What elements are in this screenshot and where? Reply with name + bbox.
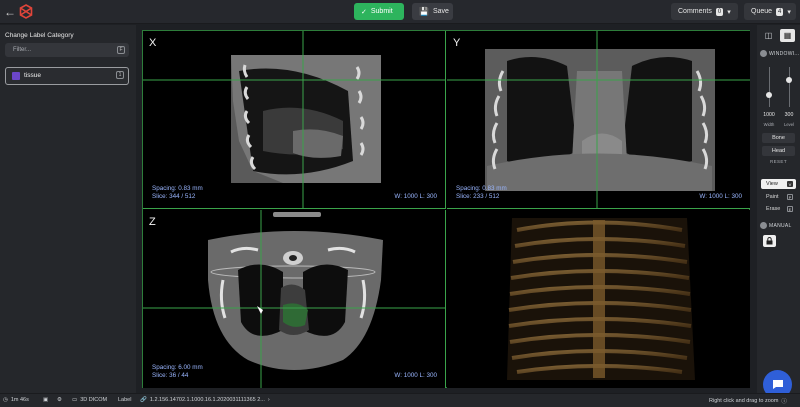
- view-shortcut-key: V: [787, 181, 793, 187]
- manual-section-header[interactable]: MANUAL: [760, 222, 792, 229]
- app-logo-icon: [19, 4, 33, 19]
- filter-shortcut-key: F: [117, 46, 125, 54]
- viewport-slice: Slice: 36 / 44: [152, 372, 189, 379]
- axial-ct-image: [143, 210, 445, 388]
- chevron-right-icon: ›: [267, 397, 270, 403]
- label-item-tissue[interactable]: tissue 1: [5, 67, 129, 85]
- info-icon: ⓘ: [781, 399, 787, 405]
- label-category-panel: Change Label Category Filter... F tissue…: [0, 25, 136, 393]
- tools-panel: ◫ ▦ WINDOWI... 1000 300 Width Level Bone…: [757, 25, 800, 393]
- label-item-name: tissue: [24, 72, 41, 79]
- level-value: 300: [784, 112, 794, 118]
- width-label: Width: [763, 122, 775, 127]
- level-slider-track[interactable]: [789, 67, 790, 107]
- submit-button[interactable]: ✓ Submit: [354, 3, 404, 20]
- windowing-section-header[interactable]: WINDOWI...: [760, 50, 800, 57]
- viewport-slice: Slice: 344 / 512: [152, 193, 196, 200]
- dicom-viewer[interactable]: X Spacing: 0.83 mm Slice: 344 / 512 W: 1…: [142, 30, 750, 388]
- settings-icon[interactable]: ⚙: [57, 397, 62, 403]
- windowing-toggle-icon: [760, 50, 767, 57]
- single-view-layout-icon[interactable]: ◫: [761, 29, 776, 42]
- level-slider-handle[interactable]: [786, 77, 792, 83]
- erase-tool-button[interactable]: Erase E: [761, 204, 796, 214]
- link-icon: 🔗: [140, 397, 147, 403]
- 3d-ribcage-render: [507, 218, 695, 380]
- status-bar: ◷ 1m 46s ▣ ⚙ ▭ 3D DICOM Label 🔗 1.2.156.…: [0, 393, 800, 407]
- level-label: Level: [783, 122, 794, 127]
- width-value: 1000: [763, 112, 775, 118]
- top-bar: ← ✓ Submit 💾 Save Comments 0 ▾ Queue 4 ▾: [0, 0, 800, 24]
- timer: ◷ 1m 46s: [3, 397, 29, 403]
- filter-input[interactable]: Filter... F: [5, 43, 129, 57]
- width-slider-track[interactable]: [769, 67, 770, 107]
- format-indicator: ▭ 3D DICOM: [72, 397, 108, 403]
- viewport-axis-label: Y: [453, 37, 461, 49]
- label-color-swatch: [12, 72, 20, 80]
- bone-preset-button[interactable]: Bone: [762, 133, 795, 143]
- label-shortcut-key: 1: [116, 71, 124, 79]
- floppy-disk-icon: 💾: [419, 7, 429, 16]
- viewport-x-sagittal[interactable]: X Spacing: 0.83 mm Slice: 344 / 512 W: 1…: [143, 31, 446, 209]
- paint-tool-button[interactable]: Paint P: [761, 192, 796, 202]
- monitor-icon: ▭: [72, 397, 78, 403]
- reset-button[interactable]: RESET: [762, 159, 795, 164]
- chevron-down-icon: ▾: [787, 8, 791, 16]
- check-icon: ✓: [361, 8, 367, 16]
- zoom-hint: Right click and drag to zoom ⓘ: [709, 398, 787, 405]
- viewport-axis-label: Z: [149, 216, 156, 228]
- comments-button[interactable]: Comments 0 ▾: [671, 3, 738, 20]
- series-uid[interactable]: 🔗 1.2.156.14702.1.1000.16.1.202003111136…: [140, 397, 270, 403]
- viewport-z-axial[interactable]: Z Spacing: 6.00 mm Slice: 36 / 44 W: 100…: [143, 210, 446, 388]
- head-preset-button[interactable]: Head: [762, 146, 795, 156]
- chevron-down-icon: ▾: [727, 8, 731, 16]
- comments-count-badge: 0: [715, 7, 724, 16]
- viewport-window-level: W: 1000 L: 300: [394, 372, 437, 379]
- viewport-window-level: W: 1000 L: 300: [394, 193, 437, 200]
- viewport-window-level: W: 1000 L: 300: [699, 193, 742, 200]
- panel-title: Change Label Category: [5, 32, 74, 39]
- viewport-spacing: Spacing: 0.83 mm: [152, 185, 203, 192]
- viewport-slice: Slice: 233 / 512: [456, 193, 500, 200]
- erase-shortcut-key: E: [787, 206, 793, 212]
- queue-button[interactable]: Queue 4 ▾: [744, 3, 796, 20]
- paint-shortcut-key: P: [787, 194, 793, 200]
- mode-indicator: Label: [118, 397, 132, 403]
- clock-icon: ◷: [3, 397, 8, 403]
- lock-icon[interactable]: [763, 235, 776, 247]
- manual-toggle-icon: [760, 222, 767, 229]
- width-slider-handle[interactable]: [766, 92, 772, 98]
- save-button[interactable]: 💾 Save: [412, 3, 453, 20]
- grid-layout-icon[interactable]: ▦: [780, 29, 795, 42]
- sagittal-ct-image: [143, 31, 445, 208]
- viewport-3d-render[interactable]: [447, 210, 750, 388]
- view-tool-button[interactable]: View V: [761, 179, 796, 189]
- camera-icon[interactable]: ▣: [43, 397, 48, 403]
- back-arrow-icon[interactable]: ←: [4, 5, 16, 19]
- coronal-ct-image: [447, 31, 750, 208]
- viewport-y-coronal[interactable]: Y Spacing: 0.83 mm Slice: 233 / 512 W: 1…: [447, 31, 750, 209]
- viewport-axis-label: X: [149, 37, 157, 49]
- viewport-spacing: Spacing: 0.83 mm: [456, 185, 507, 192]
- viewport-spacing: Spacing: 6.00 mm: [152, 364, 203, 371]
- queue-count-badge: 4: [776, 7, 784, 16]
